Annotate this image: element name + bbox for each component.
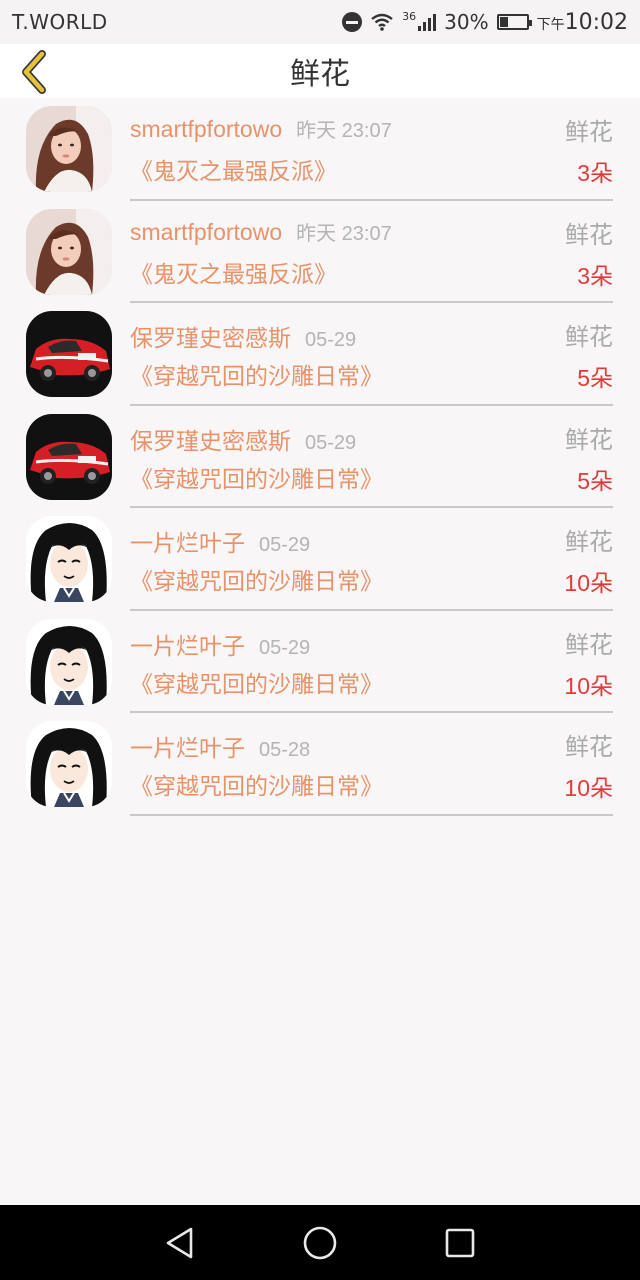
gift-type-label: 鲜花	[565, 528, 613, 556]
back-triangle-icon	[166, 1227, 193, 1258]
book-title[interactable]: 《鬼灭之最强反派》	[130, 152, 337, 186]
username[interactable]: smartfpfortowo	[130, 219, 282, 245]
do-not-disturb-icon	[342, 12, 363, 32]
gift-type-label: 鲜花	[565, 220, 613, 249]
avatar[interactable]	[26, 413, 112, 500]
signal-icon	[418, 13, 437, 31]
list-item-body: smartfpfortowo 昨天 23:07 鲜花 《鬼灭之最强反派》 3朵	[130, 98, 613, 201]
username[interactable]: 保罗瑾史密感斯	[130, 325, 291, 351]
username[interactable]: 一片烂叶子	[130, 530, 245, 556]
gift-type-label: 鲜花	[565, 425, 613, 454]
back-arrow-icon	[22, 50, 46, 94]
gift-count: 5朵	[577, 365, 613, 391]
list-item[interactable]: 一片烂叶子 05-29 鲜花 《穿越咒回的沙雕日常》 10朵	[0, 508, 640, 611]
nav-home-button[interactable]	[295, 1218, 345, 1268]
list-item-body: 保罗瑾史密感斯 05-29 鲜花 《穿越咒回的沙雕日常》 5朵	[130, 303, 613, 406]
girl-photo-avatar-icon	[26, 208, 112, 295]
page-title: 鲜花	[290, 57, 350, 92]
time-prefix: 下午	[536, 16, 565, 33]
username[interactable]: smartfpfortowo	[130, 116, 282, 142]
gift-type-label: 鲜花	[565, 630, 613, 659]
list-item[interactable]: 保罗瑾史密感斯 05-29 鲜花 《穿越咒回的沙雕日常》 5朵	[0, 303, 640, 406]
book-title[interactable]: 《穿越咒回的沙雕日常》	[130, 665, 383, 699]
carrier-name: T.WORLD	[12, 10, 108, 34]
timestamp: 05-29	[305, 329, 357, 351]
rally-car-avatar-icon	[26, 413, 112, 500]
list-item[interactable]: 一片烂叶子 05-29 鲜花 《穿越咒回的沙雕日常》 10朵	[0, 611, 640, 713]
timestamp: 05-29	[259, 636, 311, 659]
anime-character-avatar-icon	[26, 618, 112, 705]
status-icons: 36 30% 下午10:02	[342, 10, 628, 35]
battery-icon	[496, 14, 532, 30]
book-title[interactable]: 《穿越咒回的沙雕日常》	[130, 357, 383, 391]
avatar[interactable]	[26, 516, 112, 602]
username[interactable]: 保罗瑾史密感斯	[130, 428, 291, 454]
book-title[interactable]: 《穿越咒回的沙雕日常》	[130, 767, 383, 801]
back-button[interactable]	[14, 50, 54, 94]
username[interactable]: 一片烂叶子	[130, 735, 245, 761]
avatar[interactable]	[26, 618, 112, 705]
flower-gift-list: smartfpfortowo 昨天 23:07 鲜花 《鬼灭之最强反派》 3朵	[0, 98, 640, 816]
book-title[interactable]: 《穿越咒回的沙雕日常》	[130, 562, 383, 596]
username[interactable]: 一片烂叶子	[130, 633, 245, 659]
girl-photo-avatar-icon	[26, 106, 112, 192]
book-title[interactable]: 《鬼灭之最强反派》	[130, 255, 337, 289]
avatar[interactable]	[26, 208, 112, 295]
gift-type-label: 鲜花	[565, 118, 613, 146]
avatar[interactable]	[26, 721, 112, 807]
recents-square-icon	[445, 1228, 475, 1257]
anime-character-avatar-icon	[26, 516, 112, 602]
status-bar: T.WORLD 36 30% 下午10:02	[0, 0, 640, 44]
gift-count: 10朵	[564, 775, 613, 801]
battery-percent: 30%	[444, 10, 489, 34]
timestamp: 05-29	[305, 431, 357, 454]
timestamp: 昨天 23:07	[296, 222, 392, 245]
list-item[interactable]: smartfpfortowo 昨天 23:07 鲜花 《鬼灭之最强反派》 3朵	[0, 201, 640, 303]
gift-type-label: 鲜花	[565, 733, 613, 761]
list-item[interactable]: 保罗瑾史密感斯 05-29 鲜花 《穿越咒回的沙雕日常》 5朵	[0, 406, 640, 508]
list-item[interactable]: smartfpfortowo 昨天 23:07 鲜花 《鬼灭之最强反派》 3朵	[0, 98, 640, 201]
wifi-icon	[371, 13, 393, 31]
header-bar: 鲜花	[0, 44, 640, 98]
gift-count: 5朵	[577, 467, 613, 494]
gift-count: 10朵	[564, 570, 613, 596]
gift-count: 10朵	[564, 672, 613, 699]
book-title[interactable]: 《穿越咒回的沙雕日常》	[130, 460, 383, 494]
rally-car-avatar-icon	[26, 311, 112, 397]
timestamp: 05-29	[259, 534, 311, 556]
timestamp: 昨天 23:07	[296, 120, 392, 142]
list-item[interactable]: 一片烂叶子 05-28 鲜花 《穿越咒回的沙雕日常》 10朵	[0, 713, 640, 816]
network-type: 36	[402, 9, 417, 23]
gift-type-label: 鲜花	[565, 323, 613, 351]
nav-back-button[interactable]	[155, 1218, 205, 1268]
list-item-body: 一片烂叶子 05-29 鲜花 《穿越咒回的沙雕日常》 10朵	[130, 508, 613, 611]
list-item-body: smartfpfortowo 昨天 23:07 鲜花 《鬼灭之最强反派》 3朵	[130, 201, 613, 303]
gift-count: 3朵	[577, 262, 613, 289]
system-navigation-bar	[0, 1205, 640, 1280]
home-circle-icon	[303, 1226, 337, 1259]
nav-recents-button[interactable]	[435, 1218, 485, 1268]
timestamp: 05-28	[259, 739, 311, 761]
list-item-body: 一片烂叶子 05-29 鲜花 《穿越咒回的沙雕日常》 10朵	[130, 611, 613, 713]
anime-character-avatar-icon	[26, 721, 112, 807]
avatar[interactable]	[26, 311, 112, 397]
list-item-body: 一片烂叶子 05-28 鲜花 《穿越咒回的沙雕日常》 10朵	[130, 713, 613, 816]
avatar[interactable]	[26, 106, 112, 192]
gift-count: 3朵	[577, 160, 613, 186]
list-item-body: 保罗瑾史密感斯 05-29 鲜花 《穿越咒回的沙雕日常》 5朵	[130, 406, 613, 508]
clock: 10:02	[564, 9, 628, 35]
